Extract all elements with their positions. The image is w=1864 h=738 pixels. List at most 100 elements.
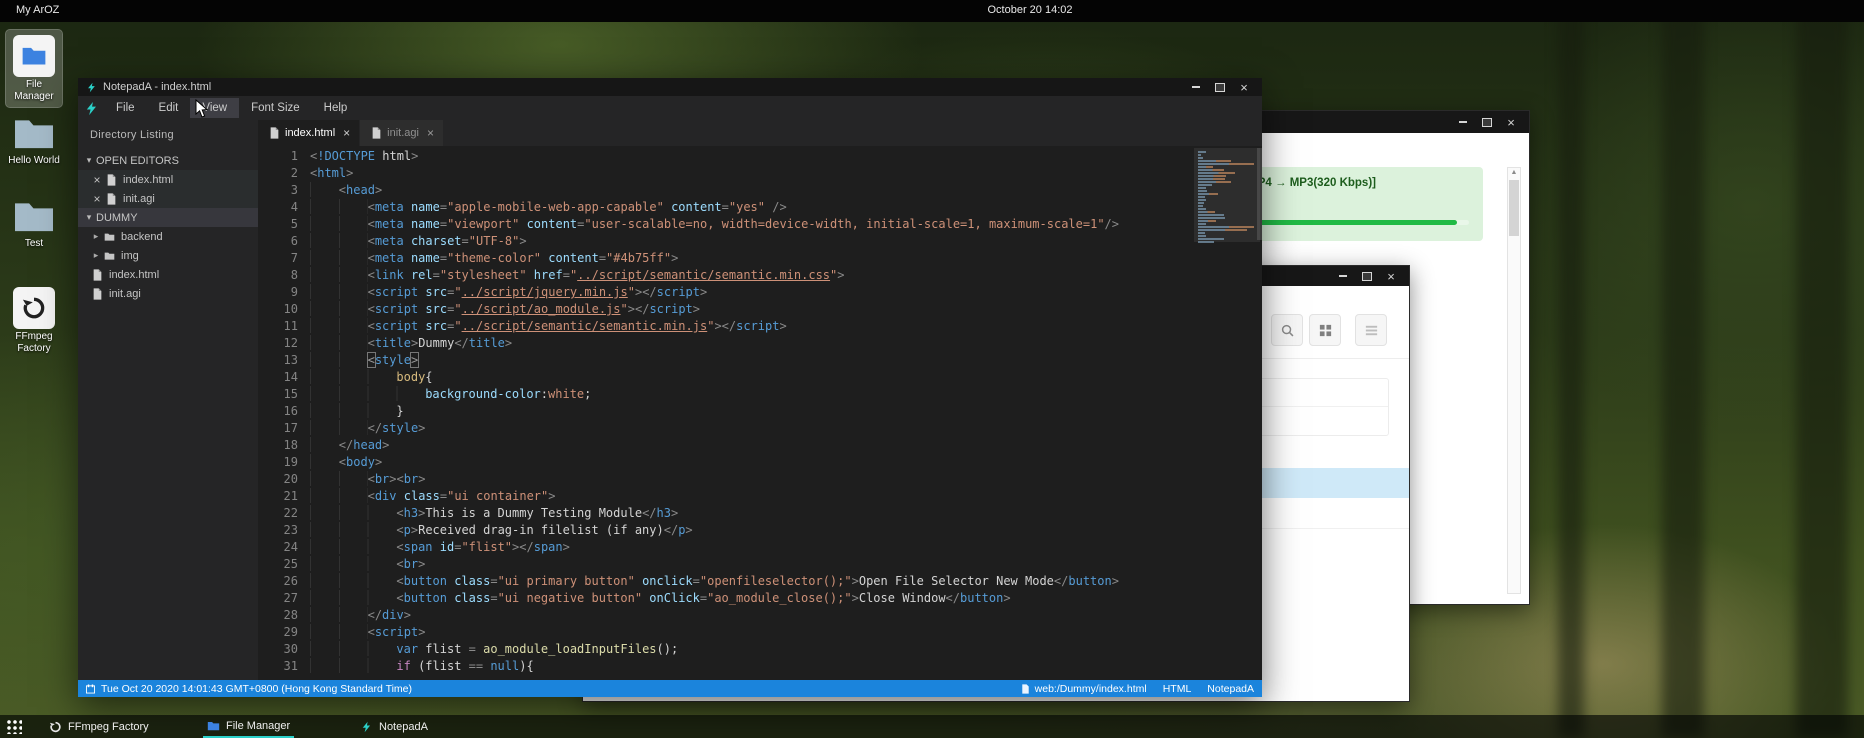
code-line[interactable]: <br><br>: [310, 471, 1190, 488]
code-line[interactable]: <meta charset="UTF-8">: [310, 233, 1190, 250]
line-number: 20: [258, 471, 298, 488]
code-line[interactable]: body{: [310, 369, 1190, 386]
code-line[interactable]: <p>Received drag-in filelist (if any)</p…: [310, 522, 1190, 539]
menu-edit[interactable]: Edit: [147, 98, 191, 118]
code-line[interactable]: var flist = ao_module_loadInputFiles();: [310, 641, 1190, 658]
system-brand[interactable]: My ArOZ: [16, 4, 59, 16]
code-line[interactable]: <head>: [310, 182, 1190, 199]
minimize-button[interactable]: [1451, 111, 1475, 133]
code-line[interactable]: <!DOCTYPE html>: [310, 148, 1190, 165]
code-line[interactable]: </div>: [310, 607, 1190, 624]
scrollbar-thumb[interactable]: [1257, 148, 1262, 240]
taskbar-item-file-manager[interactable]: File Manager: [203, 715, 294, 738]
tab-init.agi[interactable]: init.agi×: [360, 120, 443, 146]
tab-label: index.html: [285, 127, 335, 139]
code-line[interactable]: </style>: [310, 420, 1190, 437]
menu-file[interactable]: File: [104, 98, 147, 118]
line-number: 15: [258, 386, 298, 403]
folder-icon: [13, 35, 55, 77]
code-line[interactable]: <script src="../script/jquery.min.js"></…: [310, 284, 1190, 301]
code-line[interactable]: <style>: [310, 352, 1190, 369]
minimap-line: [1198, 205, 1203, 207]
close-button[interactable]: ×: [1232, 78, 1256, 96]
code-line[interactable]: <script src="../script/ao_module.js"></s…: [310, 301, 1190, 318]
close-icon[interactable]: ×: [90, 193, 104, 205]
minimap-line: [1198, 181, 1231, 183]
tree-item-index.html[interactable]: ×index.html: [78, 170, 258, 189]
code-line[interactable]: <script src="../script/semantic/semantic…: [310, 318, 1190, 335]
tree-section-dummy[interactable]: ▾DUMMY: [78, 208, 258, 227]
minimap[interactable]: [1196, 150, 1254, 244]
maximize-button[interactable]: [1208, 78, 1232, 96]
minimize-button[interactable]: [1184, 78, 1208, 96]
code-line[interactable]: <button class="ui negative button" onCli…: [310, 590, 1190, 607]
tree-section-open-editors[interactable]: ▾OPEN EDITORS: [78, 151, 258, 170]
grid-view-button[interactable]: [1309, 314, 1341, 346]
code-line[interactable]: </head>: [310, 437, 1190, 454]
scrollbar[interactable]: ▲: [1507, 167, 1521, 594]
desktop-icon-test[interactable]: Test: [6, 198, 62, 254]
notepada-titlebar[interactable]: NotepadA - index.html ×: [78, 78, 1262, 96]
tab-index.html[interactable]: index.html ×: [258, 120, 359, 146]
mouse-cursor: [195, 99, 209, 119]
code-line[interactable]: <script>: [310, 624, 1190, 641]
code-line[interactable]: <meta name="theme-color" content="#4b75f…: [310, 250, 1190, 267]
minimize-button[interactable]: [1331, 266, 1355, 286]
notepada-logo-icon: [78, 101, 104, 116]
tree-item-index.html[interactable]: index.html: [78, 265, 258, 284]
minimap-line: [1198, 202, 1204, 204]
code-content[interactable]: <!DOCTYPE html><html><head><meta name="a…: [310, 148, 1190, 675]
desktop-icon-label: FFmpeg Factory: [6, 331, 62, 359]
desktop-icon-hello-world[interactable]: Hello World: [6, 115, 62, 171]
close-button[interactable]: ×: [1499, 111, 1523, 133]
minimap-line: [1198, 178, 1225, 180]
app-launcher-icon[interactable]: [6, 719, 22, 734]
code-line[interactable]: <html>: [310, 165, 1190, 182]
taskbar-item-ffmpeg-factory[interactable]: FFmpeg Factory: [45, 715, 153, 738]
scrollbar-up-icon[interactable]: ▲: [1508, 168, 1520, 178]
code-line[interactable]: background-color:white;: [310, 386, 1190, 403]
taskbar-item-notepada[interactable]: NotepadA: [356, 715, 432, 738]
code-line[interactable]: <span id="flist"></span>: [310, 539, 1190, 556]
tree-item-backend[interactable]: ▸backend: [78, 227, 258, 246]
tree-item-init.agi[interactable]: ×init.agi: [78, 189, 258, 208]
code-line[interactable]: <h3>This is a Dummy Testing Module</h3>: [310, 505, 1190, 522]
tree-item-init.agi[interactable]: init.agi: [78, 284, 258, 303]
minimap-line: [1198, 232, 1205, 234]
close-icon[interactable]: ×: [343, 126, 350, 140]
menu-help[interactable]: Help: [312, 98, 360, 118]
line-number: 18: [258, 437, 298, 454]
code-editor[interactable]: 1234567891011121314151617181920212223242…: [258, 146, 1262, 680]
statusbar-filepath[interactable]: web:/Dummy/index.html: [1035, 683, 1147, 695]
menu-font-size[interactable]: Font Size: [239, 98, 312, 118]
folder-icon: [102, 250, 116, 262]
close-button[interactable]: ×: [1379, 266, 1403, 286]
close-icon[interactable]: ×: [427, 126, 434, 140]
line-number: 13: [258, 352, 298, 369]
code-line[interactable]: <link rel="stylesheet" href="../script/s…: [310, 267, 1190, 284]
code-line[interactable]: <br>: [310, 556, 1190, 573]
desktop-icon-file-manager[interactable]: File Manager: [6, 30, 62, 107]
maximize-button[interactable]: [1355, 266, 1379, 286]
code-line[interactable]: <body>: [310, 454, 1190, 471]
statusbar-language[interactable]: HTML: [1163, 683, 1192, 695]
maximize-button[interactable]: [1475, 111, 1499, 133]
code-line[interactable]: <div class="ui container">: [310, 488, 1190, 505]
list-view-button[interactable]: [1355, 314, 1387, 346]
chevron-right-icon: ▸: [90, 250, 102, 261]
recycle-icon: [49, 721, 62, 733]
scrollbar-thumb[interactable]: [1509, 180, 1519, 236]
code-line[interactable]: <meta name="viewport" content="user-scal…: [310, 216, 1190, 233]
code-line[interactable]: if (flist == null){: [310, 658, 1190, 675]
search-button[interactable]: [1271, 314, 1303, 346]
minimap-line: [1198, 211, 1215, 213]
code-line[interactable]: <meta name="apple-mobile-web-app-capable…: [310, 199, 1190, 216]
line-number: 14: [258, 369, 298, 386]
tree-item-img[interactable]: ▸img: [78, 246, 258, 265]
window-controls: ×: [1184, 78, 1256, 96]
close-icon[interactable]: ×: [90, 174, 104, 186]
code-line[interactable]: <button class="ui primary button" onclic…: [310, 573, 1190, 590]
code-line[interactable]: <title>Dummy</title>: [310, 335, 1190, 352]
code-line[interactable]: }: [310, 403, 1190, 420]
desktop-icon-ffmpeg-factory[interactable]: FFmpeg Factory: [6, 282, 62, 359]
